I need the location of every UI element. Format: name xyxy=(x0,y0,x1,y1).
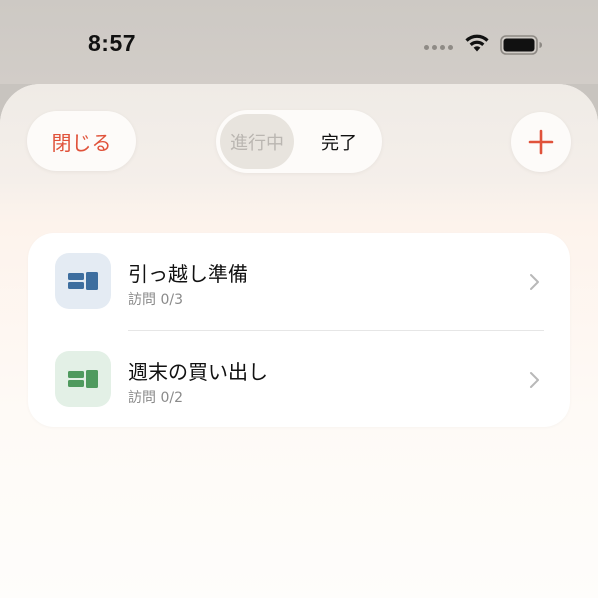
list-item[interactable]: 週末の買い出し 訪問 0/2 xyxy=(28,331,570,428)
wifi-icon xyxy=(465,34,489,52)
list-item-title: 引っ越し準備 xyxy=(128,262,248,286)
plus-icon xyxy=(528,129,554,155)
status-segmented-control: 進行中 完了 xyxy=(216,110,382,173)
status-bar: 8:57 xyxy=(0,0,598,84)
add-button[interactable] xyxy=(511,112,571,172)
chevron-right-icon xyxy=(530,372,539,388)
list-item-title: 週末の買い出し xyxy=(128,360,268,384)
list-item-subtitle: 訪問 0/2 xyxy=(128,390,183,406)
chevron-right-icon xyxy=(530,274,539,290)
map-blocks-icon xyxy=(55,253,111,309)
segment-in-progress[interactable]: 進行中 xyxy=(220,114,294,169)
close-button[interactable]: 閉じる xyxy=(27,111,136,171)
list-item-subtitle: 訪問 0/3 xyxy=(128,292,183,308)
battery-icon xyxy=(500,35,542,55)
segment-completed[interactable]: 完了 xyxy=(300,114,378,169)
sheet-header: 閉じる 進行中 完了 xyxy=(0,84,598,184)
status-time: 8:57 xyxy=(88,30,137,56)
list-item[interactable]: 引っ越し準備 訪問 0/3 xyxy=(28,233,570,330)
sheet: 閉じる 進行中 完了 引っ越し準備 訪問 0/3 週末の買い出し 訪問 0/2 xyxy=(0,84,598,598)
map-blocks-icon xyxy=(55,351,111,407)
list-card: 引っ越し準備 訪問 0/3 週末の買い出し 訪問 0/2 xyxy=(28,233,570,427)
cellular-signal-icon xyxy=(424,45,453,50)
